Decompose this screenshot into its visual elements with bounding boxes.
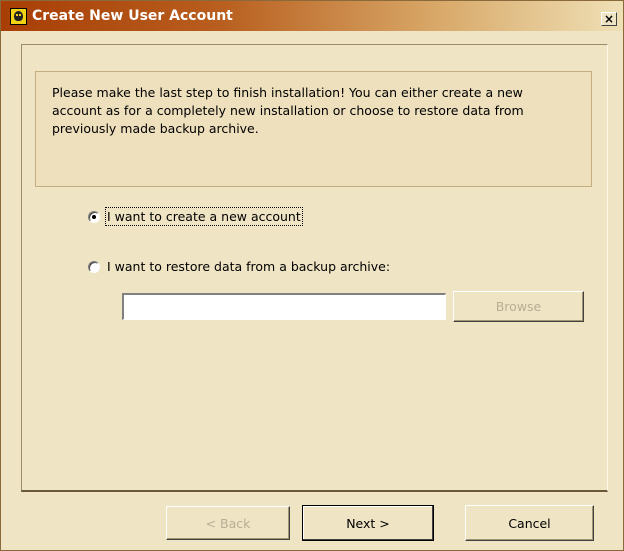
info-text: Please make the last step to finish inst…: [52, 85, 524, 136]
create-account-label[interactable]: I want to create a new account: [105, 207, 303, 226]
restore-backup-label[interactable]: I want to restore data from a backup arc…: [107, 259, 390, 274]
close-button[interactable]: ×: [601, 12, 617, 26]
back-button[interactable]: < Back: [166, 506, 290, 540]
restore-backup-radio[interactable]: [88, 261, 100, 273]
app-icon-eye-left: [16, 14, 18, 16]
app-icon: [10, 8, 27, 25]
app-icon-eye-right: [19, 14, 21, 16]
back-button-label: < Back: [205, 515, 251, 531]
backup-path-input[interactable]: [122, 293, 446, 320]
create-account-dialog: Create New User Account × Please make th…: [0, 0, 624, 551]
next-button-label: Next >: [346, 515, 390, 531]
title-bar[interactable]: Create New User Account ×: [1, 1, 623, 31]
cancel-button-label: Cancel: [508, 515, 551, 531]
browse-button-label: Browse: [495, 299, 542, 314]
window-title: Create New User Account: [32, 8, 233, 24]
next-button[interactable]: Next >: [302, 505, 434, 541]
close-icon: ×: [603, 12, 615, 26]
browse-button[interactable]: Browse: [453, 291, 584, 322]
create-account-radio[interactable]: [88, 211, 100, 223]
cancel-button[interactable]: Cancel: [465, 505, 594, 541]
radio-selected-dot: [92, 215, 96, 219]
app-icon-face: [14, 11, 23, 21]
